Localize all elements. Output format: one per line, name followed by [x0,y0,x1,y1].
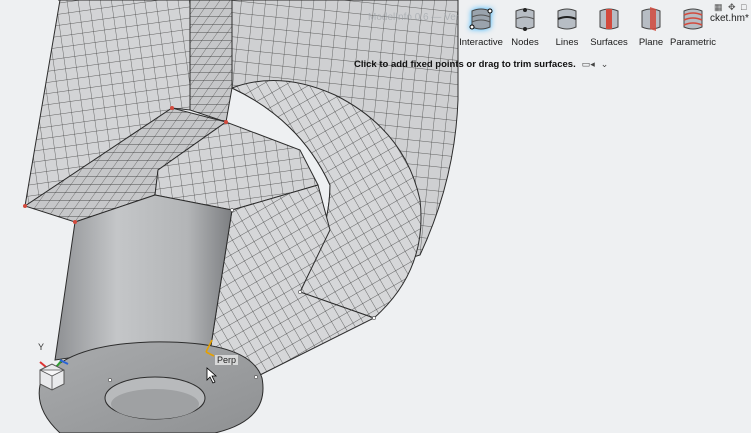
view-cube-icon[interactable] [32,352,72,394]
restore-icon[interactable]: ▦ [714,2,723,12]
snap-label: Perp [215,355,239,365]
mesh-block-left-top [189,0,233,123]
cylinder-shaft [54,194,233,361]
close-window-icon[interactable]: □ [741,2,746,12]
surfaces-icon [595,4,623,34]
tool-surfaces[interactable]: Surfaces [588,4,630,54]
parametric-icon [679,4,707,34]
hint-text: Click to add fixed points or drag to tri… [354,58,576,70]
tool-label: Parametric [670,37,716,48]
tool-interactive[interactable]: Interactive [458,4,504,54]
status-hint: Click to add fixed points or drag to tri… [354,57,608,71]
tool-plane[interactable]: Plane [630,4,672,54]
chevron-down-icon[interactable]: ⌄ [601,59,609,70]
move-icon[interactable]: ✥ [728,2,736,12]
plane-icon [637,4,665,34]
tool-label: Surfaces [590,37,628,48]
tool-nodes[interactable]: Nodes [504,4,546,54]
model-info-ghost-text: ModelInfo 0.6 — Ver [368,12,460,23]
interactive-icon [467,4,495,34]
trim-mode-toolbar: Interactive Nodes Lines Surfaces Plane P… [458,4,716,54]
lines-icon [553,4,581,34]
tool-lines[interactable]: Lines [546,4,588,54]
video-icon[interactable]: ▭◂ [582,59,595,70]
nodes-icon [511,4,539,34]
tool-label: Nodes [511,37,539,48]
tool-label: Lines [555,37,579,48]
triad-axis-label: Y [38,342,45,352]
tool-label: Plane [638,37,664,48]
tool-label: Interactive [459,37,503,48]
file-name: cket.hm* [710,13,749,24]
tool-parametric[interactable]: Parametric [670,4,716,54]
